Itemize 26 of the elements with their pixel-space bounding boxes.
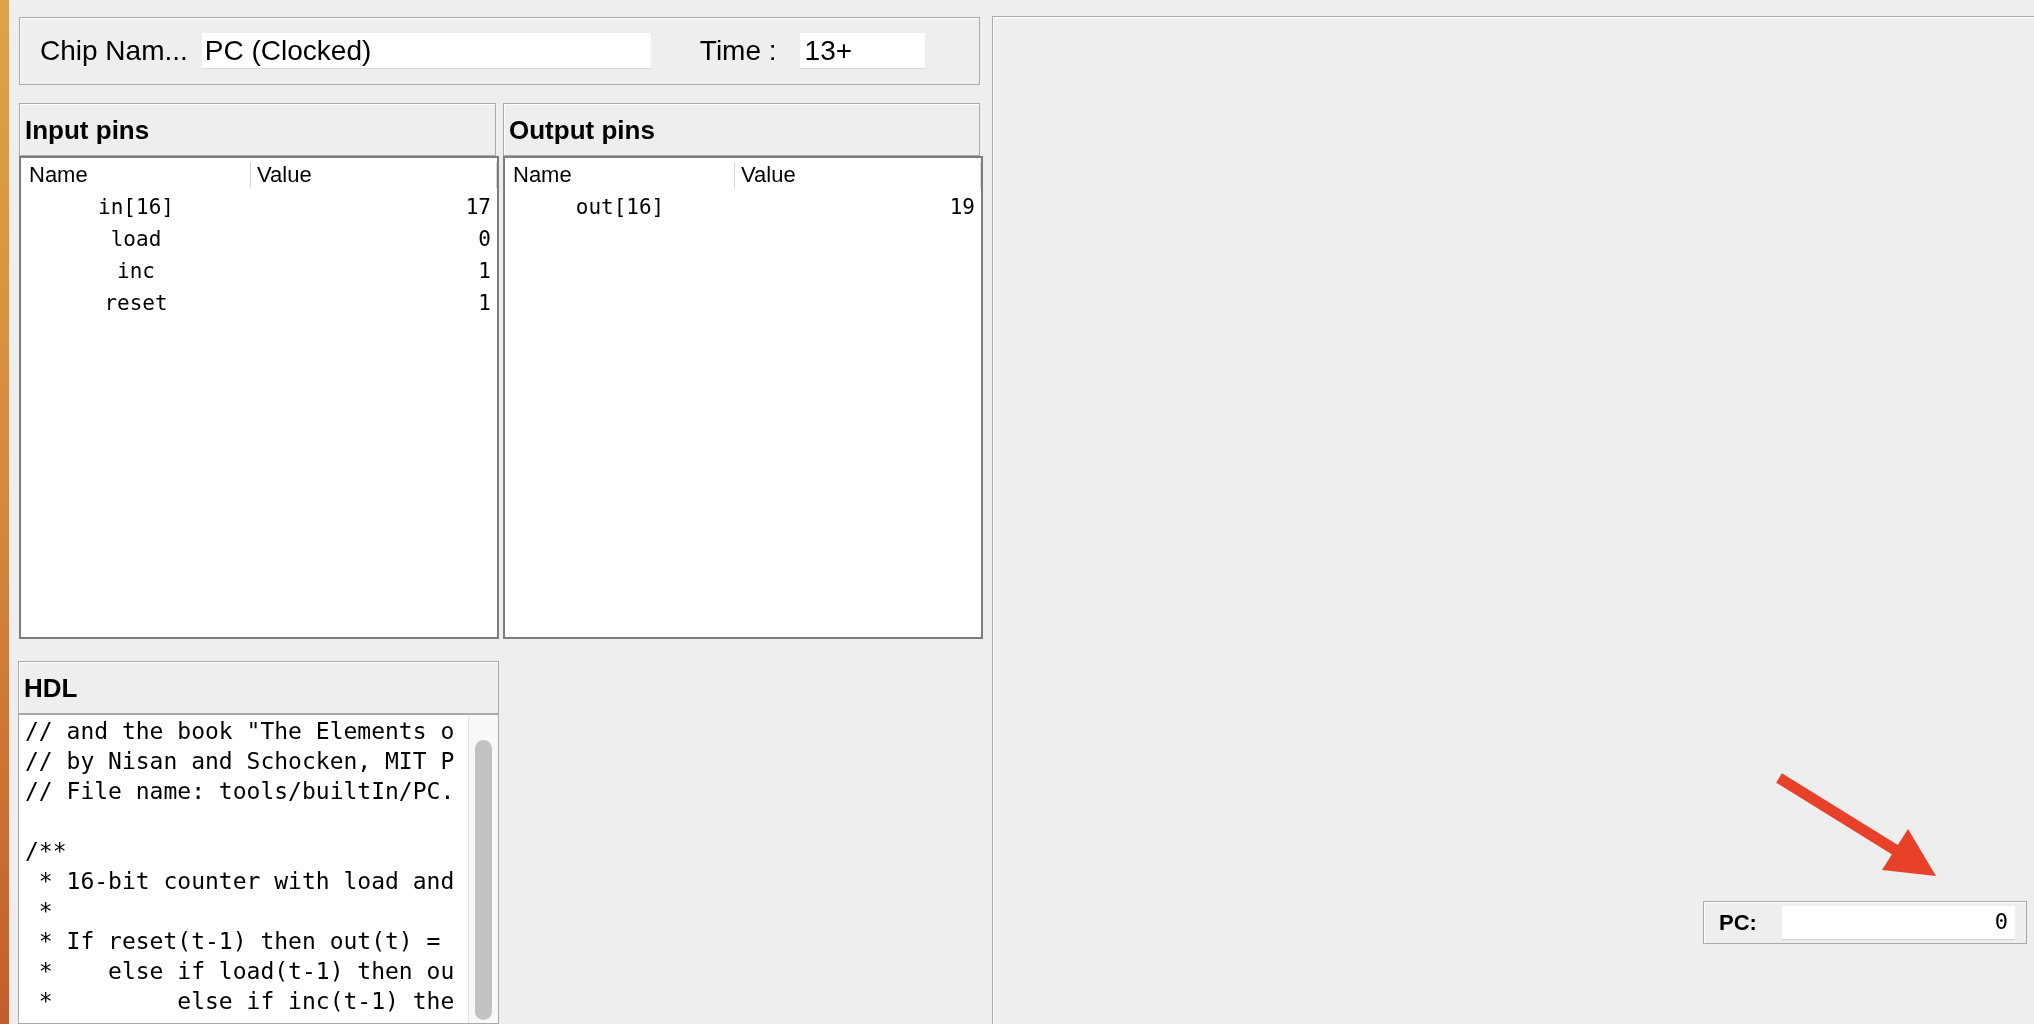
time-label: Time : — [699, 37, 777, 65]
time-field[interactable]: 13+ — [799, 33, 925, 69]
pin-name: out[16] — [575, 196, 665, 218]
panel-title: Output pins — [509, 116, 655, 143]
column-header: Value — [257, 163, 312, 186]
pin-name: in[16] — [98, 196, 174, 218]
scrollbar-thumb[interactable] — [475, 740, 492, 1020]
pin-value: 0 — [478, 228, 491, 250]
pin-value: 1 — [478, 260, 491, 282]
chip-name-label: Chip Nam... — [40, 37, 188, 65]
pin-name: reset — [104, 292, 168, 314]
column-header: Value — [741, 163, 796, 186]
pin-name: inc — [117, 260, 155, 282]
register-value-field[interactable]: 0 — [1781, 905, 2015, 940]
panel-title: HDL — [24, 674, 78, 701]
chip-name-field[interactable]: PC (Clocked) — [201, 33, 651, 69]
hdl-code: // and the book "The Elements o // by Nisan and Schocken, MIT P // File name: tools/builtIn/PC. /** * 16-bit counter with load and * * If reset(t-1) then out(t) = * else if load(t-1) then ou * else if inc(t-1) the — [24, 717, 456, 1016]
pin-name: load — [110, 228, 162, 250]
column-header: Name — [513, 163, 572, 186]
panel-title: Input pins — [25, 116, 150, 143]
scrollbar[interactable] — [468, 715, 498, 1023]
pin-value: 19 — [949, 196, 975, 218]
register-label: PC: — [1719, 911, 1757, 934]
pin-value: 1 — [478, 292, 491, 314]
pin-value: 17 — [465, 196, 491, 218]
column-header: Name — [29, 163, 88, 186]
